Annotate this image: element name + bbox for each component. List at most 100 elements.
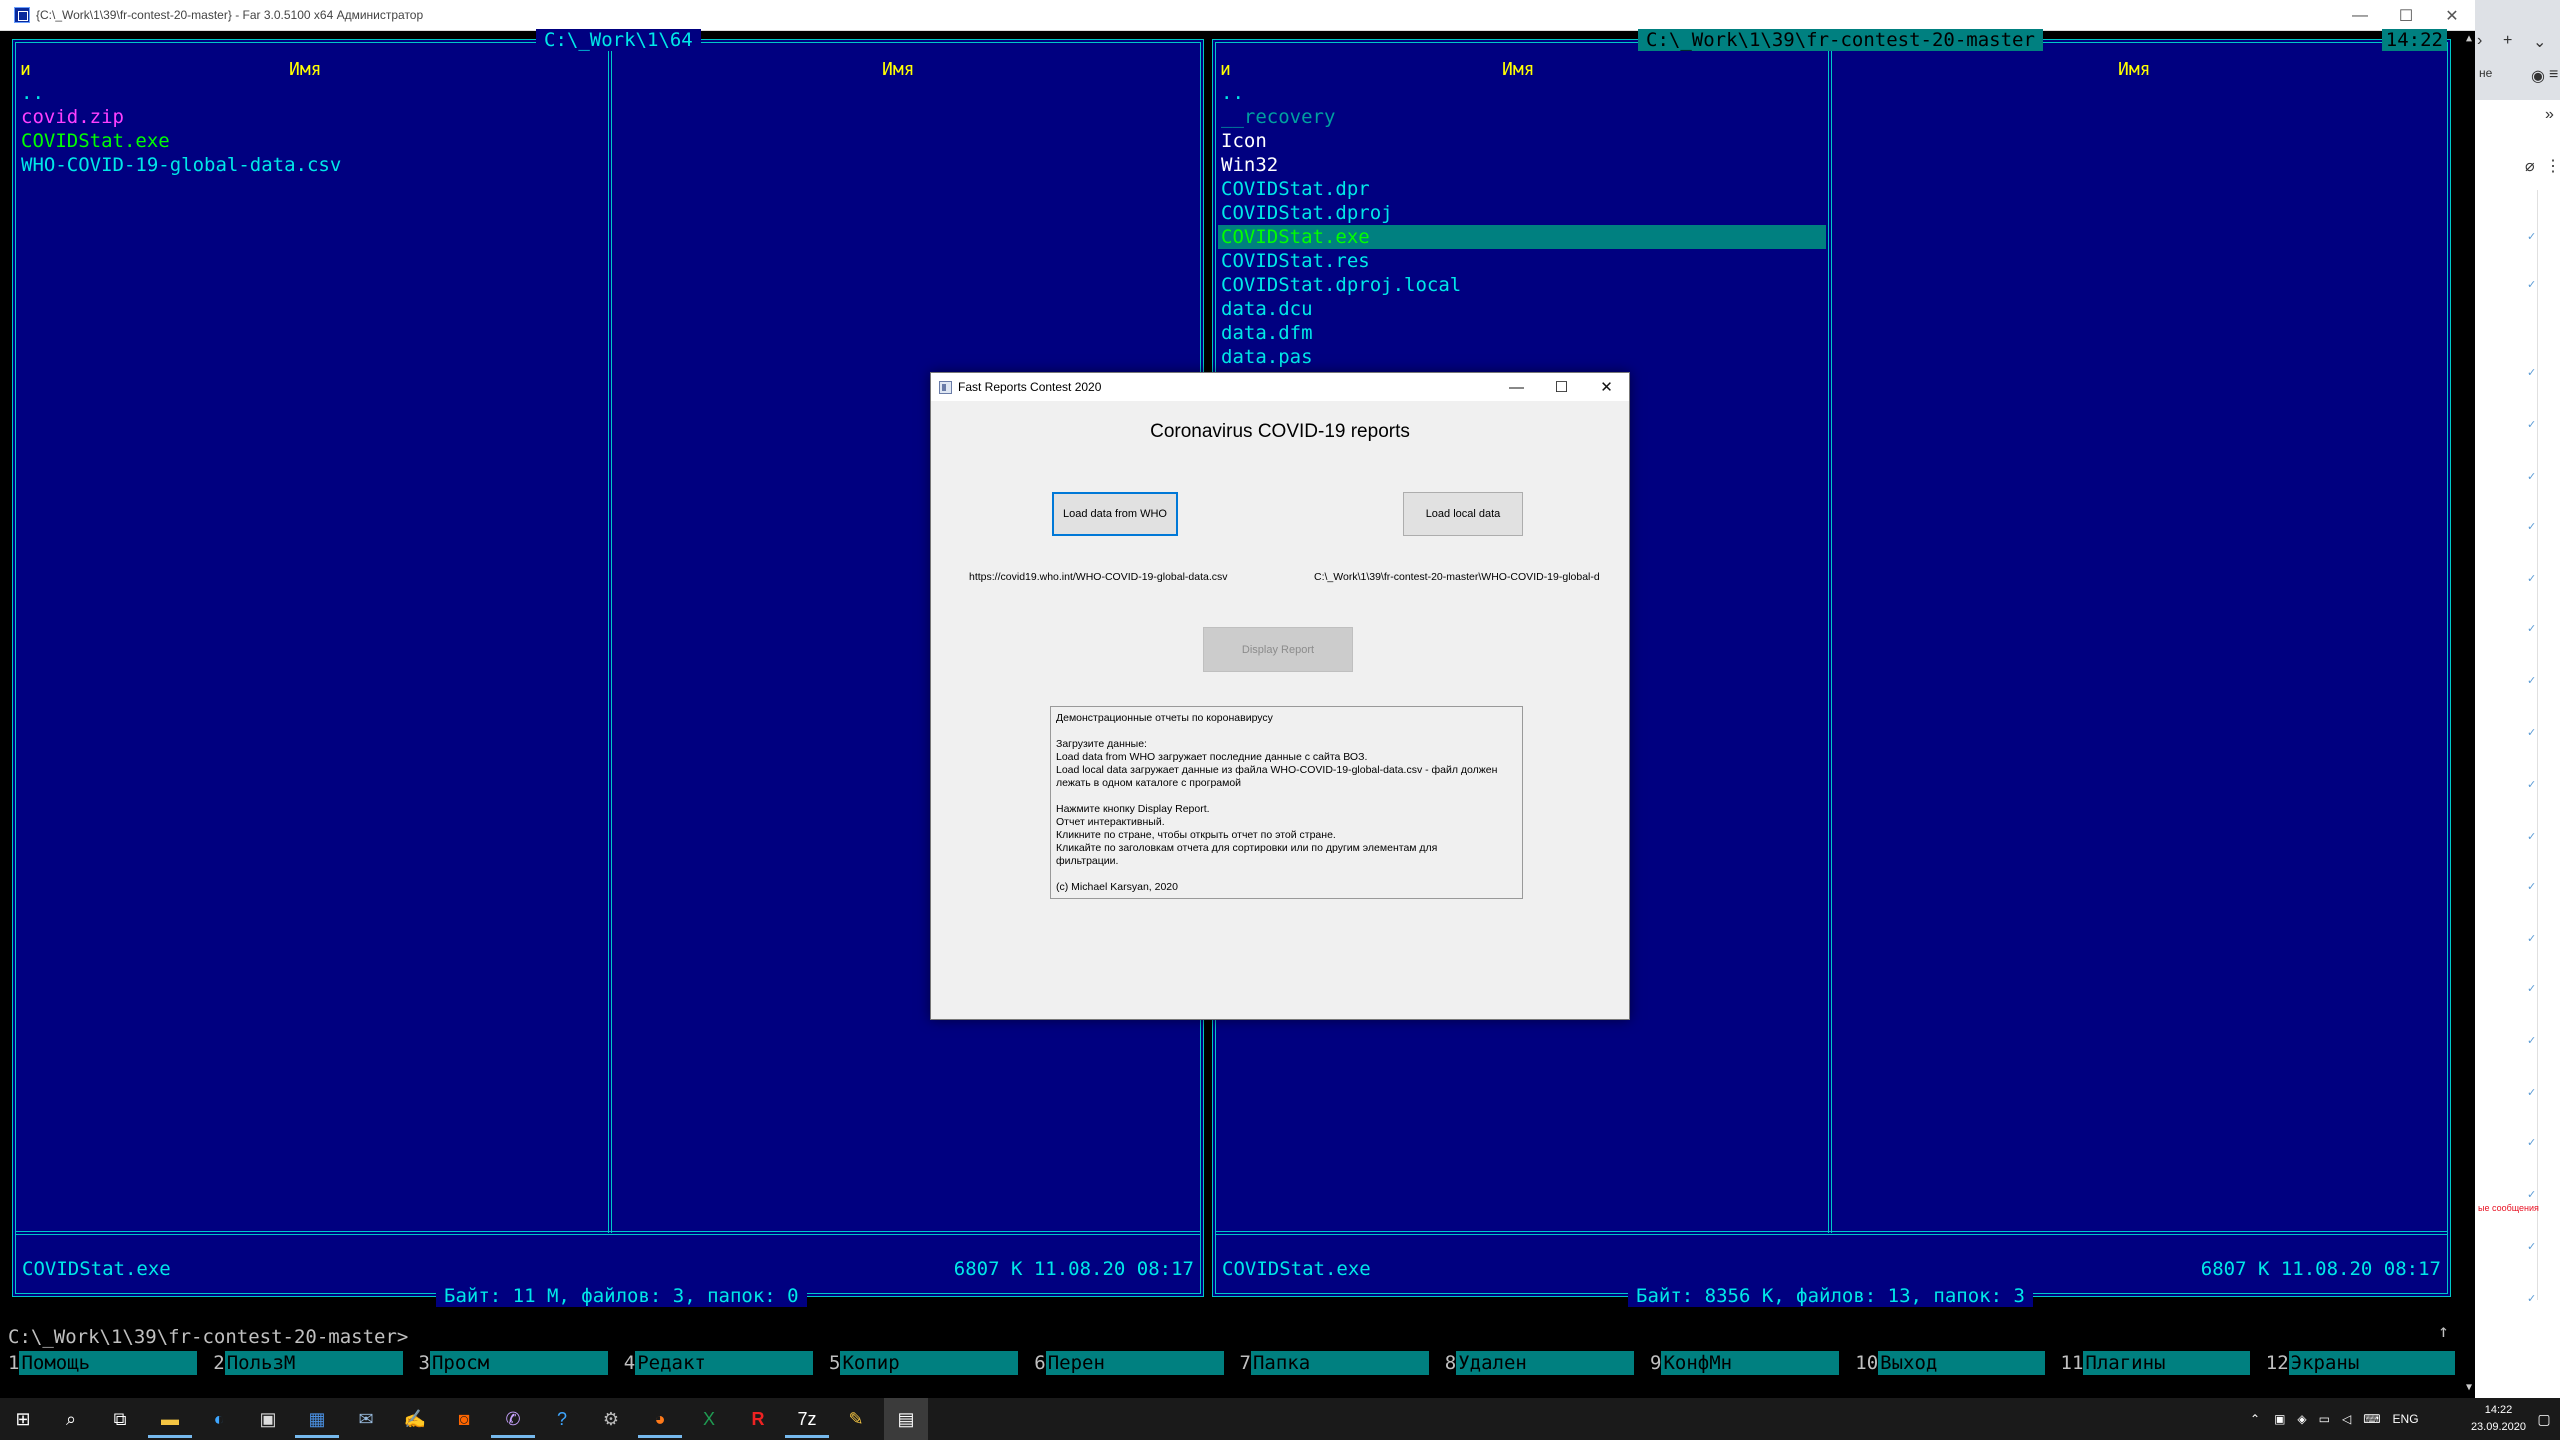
fkey-12[interactable]: 12 Экраны <box>2258 1351 2463 1375</box>
paperclip-icon: ⌀ <box>2525 158 2535 175</box>
far-title-bar[interactable]: {C:\_Work\1\39\fr-contest-20-master} - F… <box>0 0 2475 31</box>
right-panel-summary: Байт: 8356 K, файлов: 13, папок: 3 <box>1628 1285 2033 1307</box>
file-item[interactable]: WHO-COVID-19-global-data.csv <box>18 153 606 177</box>
fkey-number: 8 <box>1444 1352 1457 1374</box>
firefox-icon[interactable]: ◕ <box>638 1405 682 1438</box>
command-line[interactable]: C:\_Work\1\39\fr-contest-20-master> <box>8 1325 408 1349</box>
dialog-title: Fast Reports Contest 2020 <box>958 380 1102 394</box>
left-file-list: .. covid.zip COVIDStat.exe WHO-COVID-19-glo… <box>18 81 606 177</box>
fkey-5[interactable]: 5 Копир <box>821 1351 1026 1375</box>
pen-app-icon[interactable]: ✎ <box>842 1405 870 1433</box>
maximize-button[interactable]: ☐ <box>2383 0 2429 31</box>
far-taskbar-icon[interactable]: ▤ <box>884 1398 928 1440</box>
fast-reports-dialog[interactable]: Fast Reports Contest 2020 — ☐ ✕ Coronavi… <box>930 372 1630 1020</box>
pdf-reader-icon[interactable]: ✍ <box>401 1405 429 1433</box>
column-header-name: Имя <box>2118 59 2151 80</box>
file-item[interactable]: .. <box>18 81 606 105</box>
tray-app-icon[interactable]: ◈ <box>2297 1412 2306 1426</box>
notifications-icon[interactable]: ▢ <box>2530 1405 2558 1433</box>
chevron-right-icon: › <box>2477 32 2483 49</box>
fkey-8[interactable]: 8 Удален <box>1437 1351 1642 1375</box>
tray-language[interactable]: ENG <box>2393 1412 2419 1426</box>
help-icon[interactable]: ? <box>548 1405 576 1433</box>
dialog-window-controls: — ☐ ✕ <box>1494 373 1629 401</box>
red-app-icon[interactable]: R <box>744 1405 772 1433</box>
file-item[interactable]: COVIDStat.res <box>1218 249 1826 273</box>
checkmark-icon: ✓ <box>2527 831 2537 843</box>
file-item[interactable]: COVIDStat.dproj.local <box>1218 273 1826 297</box>
file-explorer-icon[interactable]: ▬ <box>148 1405 192 1438</box>
7zip-icon[interactable]: 7z <box>785 1405 829 1438</box>
file-item[interactable]: data.dfm <box>1218 321 1826 345</box>
windows-start-icon[interactable]: ⊞ <box>9 1405 37 1433</box>
dialog-title-bar[interactable]: Fast Reports Contest 2020 — ☐ ✕ <box>931 373 1629 401</box>
checkmark-icon: ✓ <box>2527 623 2537 635</box>
file-item[interactable]: data.pas <box>1218 345 1826 369</box>
search-icon[interactable]: ⌕ <box>57 1405 85 1433</box>
fkey-3[interactable]: 3 Просм <box>411 1351 616 1375</box>
fkey-7[interactable]: 7 Папка <box>1232 1351 1437 1375</box>
file-item[interactable]: Win32 <box>1218 153 1826 177</box>
tray-keyboard-icon[interactable]: ⌨ <box>2363 1412 2380 1426</box>
checkmark-icon: ✓ <box>2527 231 2537 243</box>
scroll-up-arrow-icon: ↑ <box>2438 1321 2449 1342</box>
file-item[interactable]: covid.zip <box>18 105 606 129</box>
console-scrollbar[interactable]: ▲ ▼ <box>2463 31 2475 1398</box>
file-item[interactable]: Icon <box>1218 129 1826 153</box>
load-who-button[interactable]: Load data from WHO <box>1052 492 1178 536</box>
panel-status-separator <box>1216 1231 2447 1235</box>
display-report-button[interactable]: Display Report <box>1203 627 1353 672</box>
far-app-icon <box>14 7 30 23</box>
memo-line: Нажмите кнопку Display Report. <box>1056 803 1210 815</box>
fkey-label: Удален <box>1456 1351 1634 1375</box>
windows-taskbar: ⊞ ⌕ ⧉ ▬ ◐ ▣ ▦ ✉ ✍ ◙ ✆ ? ⚙ ◕ X R 7z ✎ ▤ ⌃… <box>0 1398 2560 1440</box>
minimize-button[interactable]: — <box>2337 0 2383 31</box>
local-path-label: C:\_Work\1\39\fr-contest-20-master\WHO-C… <box>1314 571 1600 583</box>
fkey-1[interactable]: 1 Помощь <box>0 1351 205 1375</box>
who-url-label: https://covid19.who.int/WHO-COVID-19-glo… <box>969 571 1228 583</box>
fkey-11[interactable]: 11 Плагины <box>2053 1351 2258 1375</box>
dialog-minimize-button[interactable]: — <box>1494 373 1539 401</box>
edge-icon[interactable]: ◐ <box>205 1405 233 1433</box>
panel-column-divider <box>1828 43 1832 1233</box>
info-memo[interactable]: Демонстрационные отчеты по коронавирусу З… <box>1050 706 1523 899</box>
fkey-2[interactable]: 2 ПользМ <box>205 1351 410 1375</box>
column-header-name: Имя <box>289 59 322 80</box>
task-view-icon[interactable]: ⧉ <box>106 1405 134 1433</box>
fkey-9[interactable]: 9 КонфМн <box>1642 1351 1847 1375</box>
dialog-maximize-button[interactable]: ☐ <box>1539 373 1584 401</box>
tray-network-icon[interactable]: ▭ <box>2319 1412 2330 1426</box>
fkey-number: 5 <box>829 1352 841 1374</box>
settings-app-icon[interactable]: ⚙ <box>597 1405 625 1433</box>
file-item[interactable]: COVIDStat.dproj <box>1218 201 1826 225</box>
store-icon[interactable]: ▣ <box>254 1405 282 1433</box>
media-app-icon[interactable]: ◙ <box>450 1405 478 1433</box>
dialog-close-button[interactable]: ✕ <box>1584 373 1629 401</box>
viber-icon[interactable]: ✆ <box>491 1405 535 1438</box>
background-window-toolbar: › + ⌄ не ◉ ≡ <box>2475 0 2560 100</box>
file-item[interactable]: data.dcu <box>1218 297 1826 321</box>
tray-chevron-icon[interactable]: ⌃ <box>2250 1412 2260 1426</box>
scroll-up-icon[interactable]: ▲ <box>2463 33 2475 47</box>
tray-volume-icon[interactable]: ◁ <box>2342 1412 2351 1426</box>
excel-icon[interactable]: X <box>695 1405 723 1433</box>
file-item[interactable]: COVIDStat.exe <box>1218 225 1826 249</box>
scroll-down-icon[interactable]: ▼ <box>2463 1382 2475 1396</box>
status-filename: COVIDStat.exe <box>1222 1258 1371 1280</box>
file-item[interactable]: COVIDStat.dpr <box>1218 177 1826 201</box>
file-item[interactable]: COVIDStat.exe <box>18 129 606 153</box>
tray-app-icon[interactable]: ▣ <box>2274 1412 2285 1426</box>
mail-icon[interactable]: ✉ <box>352 1405 380 1433</box>
taskbar-clock[interactable]: 14:22 23.09.2020 <box>2471 1402 2526 1436</box>
close-button[interactable]: ✕ <box>2429 0 2475 31</box>
fkey-4[interactable]: 4 Редакт <box>616 1351 821 1375</box>
fkey-6[interactable]: 6 Перен <box>1026 1351 1231 1375</box>
file-item[interactable]: .. <box>1218 81 1826 105</box>
file-item[interactable]: __recovery <box>1218 105 1826 129</box>
delphi-ide-icon[interactable]: ▦ <box>295 1405 339 1438</box>
memo-line: лежать в одном каталоге с програмой <box>1056 777 1242 789</box>
load-local-button[interactable]: Load local data <box>1403 492 1523 536</box>
memo-line: Загрузите данные: <box>1056 738 1147 750</box>
system-tray: ⌃ ▣ ◈ ▭ ◁ ⌨ ENG <box>2250 1398 2419 1440</box>
fkey-10[interactable]: 10 Выход <box>1847 1351 2052 1375</box>
